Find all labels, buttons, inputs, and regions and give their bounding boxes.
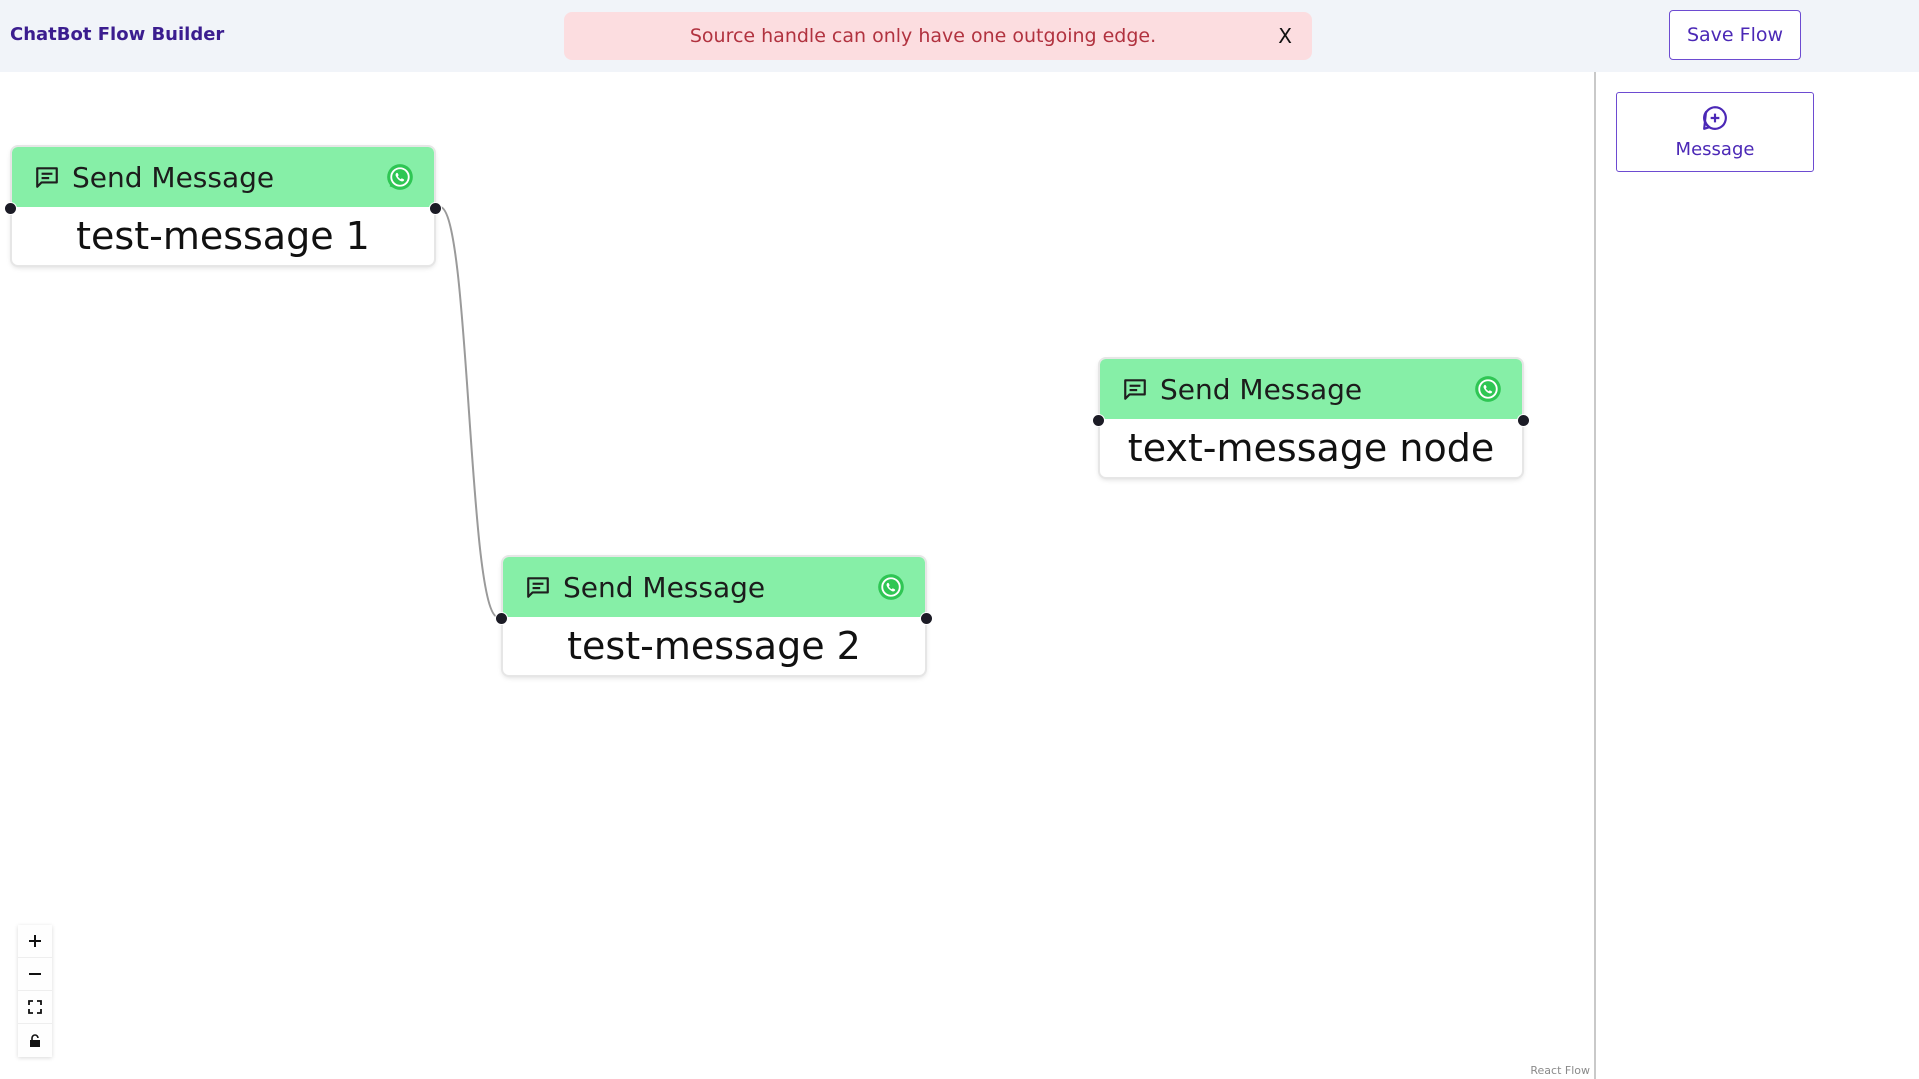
node-message-text: test-message 1 xyxy=(76,214,370,258)
error-close-button[interactable]: X xyxy=(1278,12,1292,60)
node-type-label: Send Message xyxy=(1160,372,1363,406)
zoom-out-button[interactable] xyxy=(18,958,52,991)
error-message: Source handle can only have one outgoing… xyxy=(689,25,1157,47)
zoom-in-button[interactable] xyxy=(18,925,52,958)
error-banner: Source handle can only have one outgoing… xyxy=(564,12,1312,60)
plus-icon xyxy=(29,935,41,947)
app-title: ChatBot Flow Builder xyxy=(10,24,225,45)
nodes-panel: Message xyxy=(1594,72,1919,1079)
node-type-label: Send Message xyxy=(72,160,275,194)
flow-canvas[interactable]: Send Message test-message 1 Send Message… xyxy=(0,72,1594,1079)
node-header: Send Message xyxy=(503,557,925,617)
edge-1-2[interactable] xyxy=(439,206,499,618)
whatsapp-icon xyxy=(877,573,905,601)
message-node[interactable]: Send Message test-message 2 xyxy=(495,557,933,675)
node-message-text: text-message node xyxy=(1127,426,1495,470)
top-bar: ChatBot Flow Builder Source handle can o… xyxy=(0,0,1919,72)
lock-icon xyxy=(30,1033,40,1047)
minus-icon xyxy=(29,973,41,975)
node-message-text: test-message 2 xyxy=(567,624,861,668)
whatsapp-icon xyxy=(386,163,414,191)
react-flow-attribution[interactable]: React Flow xyxy=(1530,1064,1590,1077)
node-header: Send Message xyxy=(12,147,434,207)
message-button-label: Message xyxy=(1675,138,1755,160)
message-square-icon xyxy=(34,164,60,190)
save-flow-button[interactable]: Save Flow xyxy=(1669,10,1801,60)
node-header: Send Message xyxy=(1100,359,1522,419)
source-handle[interactable] xyxy=(920,612,933,625)
source-handle[interactable] xyxy=(429,202,442,215)
fit-view-button[interactable] xyxy=(18,991,52,1024)
target-handle[interactable] xyxy=(1092,414,1105,427)
lock-button[interactable] xyxy=(18,1024,52,1057)
source-handle[interactable] xyxy=(1517,414,1530,427)
message-square-icon xyxy=(525,574,551,600)
flow-controls xyxy=(18,925,52,1057)
node-type-label: Send Message xyxy=(563,570,766,604)
message-square-icon xyxy=(1122,376,1148,402)
plus-circle-icon xyxy=(1702,105,1728,135)
whatsapp-icon xyxy=(1474,375,1502,403)
fit-view-icon xyxy=(28,1000,42,1014)
target-handle[interactable] xyxy=(4,202,17,215)
message-node[interactable]: Send Message test-message 1 xyxy=(4,147,442,265)
add-message-node-button[interactable]: Message xyxy=(1616,92,1814,172)
message-node[interactable]: Send Message text-message node xyxy=(1092,359,1530,477)
target-handle[interactable] xyxy=(495,612,508,625)
